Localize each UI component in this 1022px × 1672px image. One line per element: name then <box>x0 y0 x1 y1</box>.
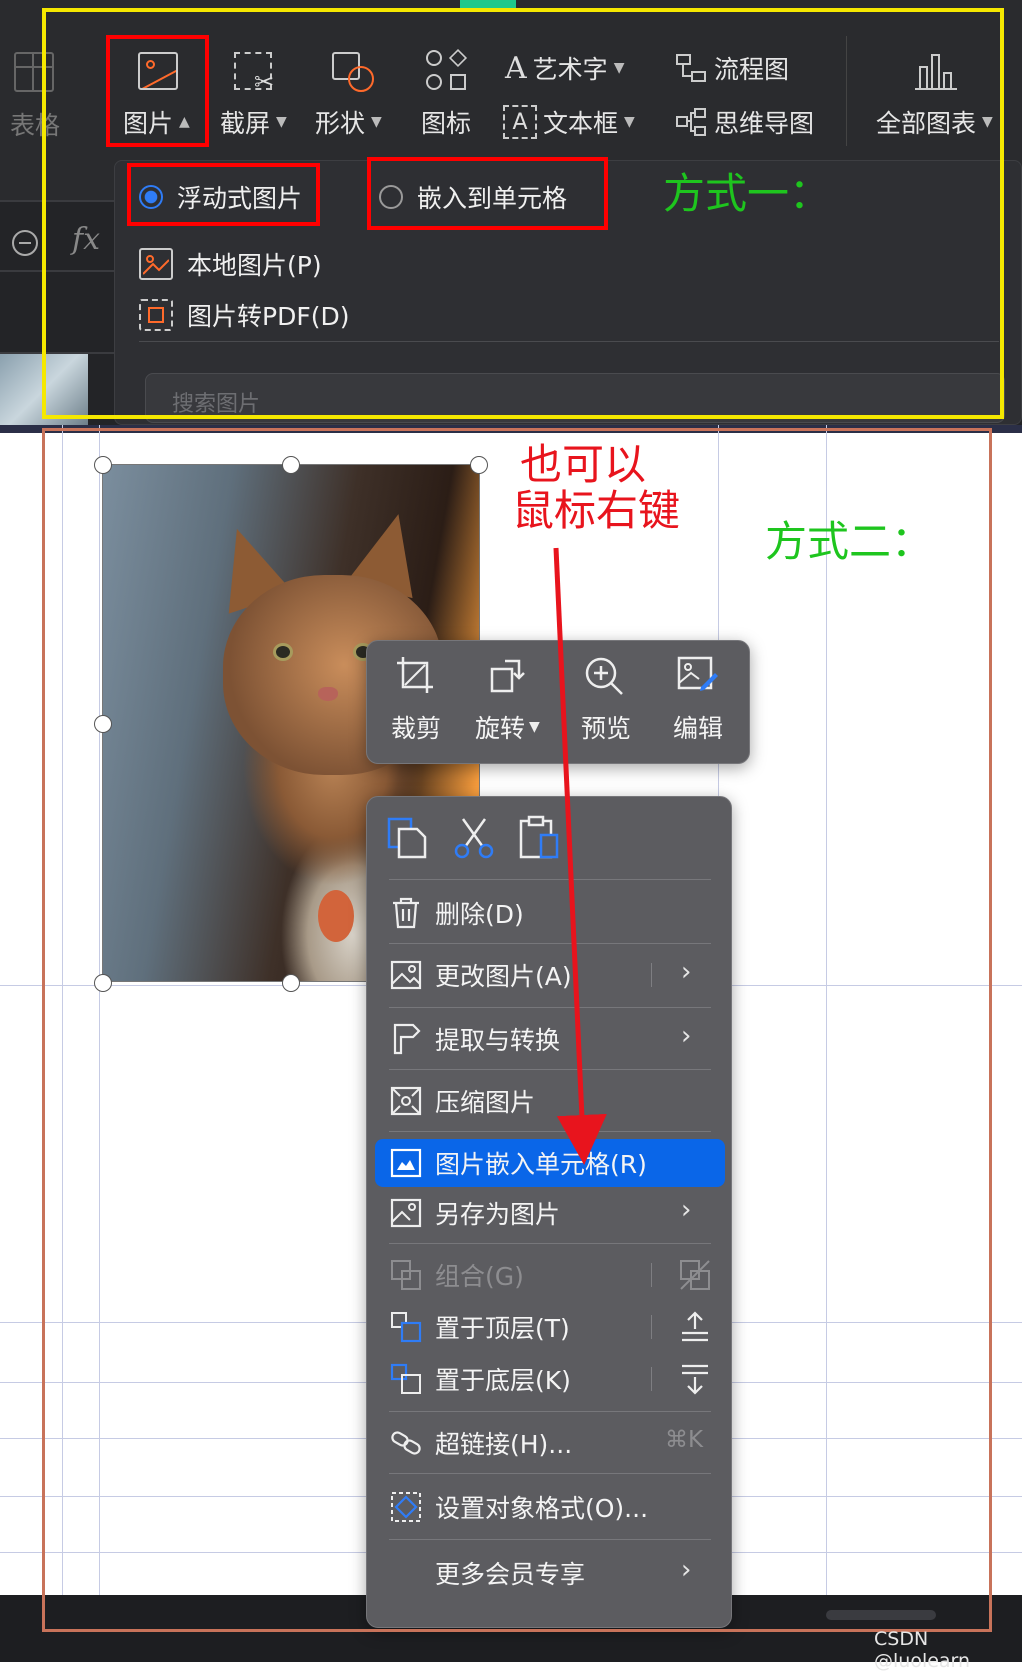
annotation-arrow <box>553 547 607 1165</box>
csdn-watermark: CSDN @luolearn <box>874 1628 971 1672</box>
